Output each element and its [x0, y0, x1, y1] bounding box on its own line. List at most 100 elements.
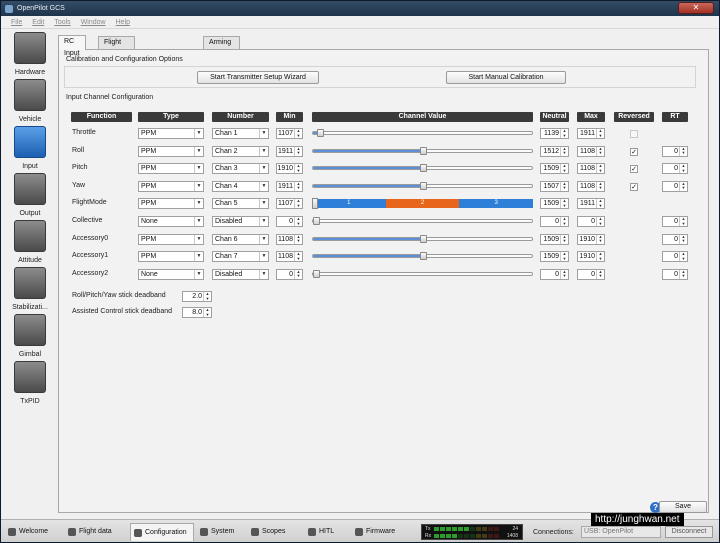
spin-arrows-icon[interactable]: ▲ ▼	[679, 251, 687, 262]
channel-type-select[interactable]: PPM ▼	[138, 251, 204, 263]
spin-arrows-icon[interactable]: ▲ ▼	[294, 251, 302, 262]
spin-arrows-icon[interactable]: ▲ ▼	[596, 199, 604, 209]
menu-item-file[interactable]: File	[1, 16, 22, 29]
channel-rt-spinbox[interactable]: 0 ▲ ▼	[662, 216, 688, 227]
spin-arrows-icon[interactable]: ▲ ▼	[679, 234, 687, 244]
channel-min-spinbox[interactable]: 1108 ▲ ▼	[276, 251, 303, 263]
tab-arming-settings[interactable]: Arming Settings	[203, 36, 241, 58]
channel-rt-spinbox[interactable]: 0 ▲ ▼	[662, 233, 688, 245]
spin-arrows-icon[interactable]: ▲ ▼	[596, 128, 604, 138]
channel-max-spinbox[interactable]: 0 ▲ ▼	[577, 268, 605, 280]
channel-min-spinbox[interactable]: 0 ▲ ▼	[276, 268, 303, 280]
channel-value-slider[interactable]	[312, 129, 533, 137]
channel-reversed-checkbox[interactable]	[630, 130, 638, 138]
slider-handle[interactable]	[316, 129, 324, 137]
channel-number-select[interactable]: Chan 3 ▼	[212, 163, 269, 175]
channel-value-slider[interactable]	[312, 234, 533, 243]
channel-min-spinbox[interactable]: 1107 ▲ ▼	[276, 198, 303, 210]
channel-max-spinbox[interactable]: 1911 ▲ ▼	[577, 128, 605, 139]
sidebar-item-gimbal[interactable]: Gimbal	[5, 314, 55, 360]
channel-rt-spinbox[interactable]: 0 ▲ ▼	[662, 180, 688, 192]
channel-number-select[interactable]: Disabled ▼	[212, 216, 269, 227]
spin-arrows-icon[interactable]: ▲ ▼	[560, 269, 568, 279]
save-button[interactable]: Save	[659, 501, 707, 513]
spin-arrows-icon[interactable]: ▲ ▼	[294, 269, 302, 279]
sidebar-item-input[interactable]: Input	[5, 126, 55, 172]
channel-type-select[interactable]: PPM ▼	[138, 233, 204, 245]
channel-neutral-spinbox[interactable]: 1507 ▲ ▼	[540, 180, 569, 192]
channel-number-select[interactable]: Chan 6 ▼	[212, 233, 269, 245]
spin-arrows-icon[interactable]: ▲ ▼	[596, 251, 604, 262]
channel-value-slider[interactable]	[312, 217, 533, 225]
channel-number-select[interactable]: Disabled ▼	[212, 268, 269, 280]
channel-number-select[interactable]: Chan 1 ▼	[212, 128, 269, 139]
channel-max-spinbox[interactable]: 1910 ▲ ▼	[577, 251, 605, 263]
menu-item-tools[interactable]: Tools	[44, 16, 70, 29]
spin-arrows-icon[interactable]: ▲ ▼	[596, 216, 604, 226]
spin-arrows-icon[interactable]: ▲ ▼	[294, 216, 302, 226]
spin-arrows-icon[interactable]: ▲ ▼	[560, 128, 568, 138]
channel-min-spinbox[interactable]: 1108 ▲ ▼	[276, 233, 303, 245]
channel-min-spinbox[interactable]: 1107 ▲ ▼	[276, 128, 303, 139]
spin-arrows-icon[interactable]: ▲ ▼	[560, 163, 568, 174]
spin-arrows-icon[interactable]: ▲ ▼	[596, 181, 604, 191]
channel-reversed-checkbox[interactable]: ✓	[630, 165, 638, 174]
channel-min-spinbox[interactable]: 1911 ▲ ▼	[276, 145, 303, 157]
channel-number-select[interactable]: Chan 4 ▼	[212, 180, 269, 192]
close-button[interactable]: ✕	[678, 2, 714, 14]
sidebar-item-vehicle[interactable]: Vehicle	[5, 79, 55, 125]
channel-min-spinbox[interactable]: 1910 ▲ ▼	[276, 163, 303, 175]
channel-rt-spinbox[interactable]: 0 ▲ ▼	[662, 145, 688, 157]
spin-arrows-icon[interactable]: ▲ ▼	[596, 146, 604, 156]
sidebar-item-txpid[interactable]: TxPID	[5, 361, 55, 407]
channel-reversed-checkbox[interactable]: ✓	[630, 182, 638, 191]
channel-value-slider[interactable]	[312, 146, 533, 155]
channel-max-spinbox[interactable]: 1108 ▲ ▼	[577, 145, 605, 157]
deadband-rpy-spinbox[interactable]: 2.0 ▲ ▼	[182, 291, 212, 302]
spin-arrows-icon[interactable]: ▲ ▼	[294, 199, 302, 209]
spin-arrows-icon[interactable]: ▲ ▼	[679, 146, 687, 156]
mode-tab-welcome[interactable]: Welcome	[5, 523, 61, 541]
spin-arrows-icon[interactable]: ▲ ▼	[294, 146, 302, 156]
spin-arrows-icon[interactable]: ▲ ▼	[679, 181, 687, 191]
channel-max-spinbox[interactable]: 1911 ▲ ▼	[577, 198, 605, 210]
spin-arrows-icon[interactable]: ▲ ▼	[596, 163, 604, 174]
spin-arrows-icon[interactable]: ▲ ▼	[560, 146, 568, 156]
channel-type-select[interactable]: PPM ▼	[138, 145, 204, 157]
slider-handle[interactable]	[419, 252, 427, 261]
channel-neutral-spinbox[interactable]: 1139 ▲ ▼	[540, 128, 569, 139]
start-manual-calibration-button[interactable]: Start Manual Calibration	[446, 71, 566, 84]
slider-handle[interactable]	[312, 198, 318, 210]
channel-neutral-spinbox[interactable]: 1512 ▲ ▼	[540, 145, 569, 157]
spin-arrows-icon[interactable]: ▲ ▼	[560, 181, 568, 191]
channel-type-select[interactable]: None ▼	[138, 216, 204, 227]
channel-max-spinbox[interactable]: 1910 ▲ ▼	[577, 233, 605, 245]
deadband-assisted-spinbox[interactable]: 8.0 ▲ ▼	[182, 307, 212, 318]
sidebar-item-stabilization[interactable]: Stabilizati...	[5, 267, 55, 313]
channel-max-spinbox[interactable]: 1108 ▲ ▼	[577, 163, 605, 175]
spin-arrows-icon[interactable]: ▲ ▼	[203, 291, 211, 301]
menu-item-edit[interactable]: Edit	[22, 16, 44, 29]
channel-neutral-spinbox[interactable]: 0 ▲ ▼	[540, 216, 569, 227]
spin-arrows-icon[interactable]: ▲ ▼	[560, 251, 568, 262]
spin-arrows-icon[interactable]: ▲ ▼	[560, 234, 568, 244]
channel-value-slider[interactable]	[312, 164, 533, 173]
spin-arrows-icon[interactable]: ▲ ▼	[560, 216, 568, 226]
channel-type-select[interactable]: None ▼	[138, 268, 204, 280]
sidebar-item-hardware[interactable]: Hardware	[5, 32, 55, 78]
channel-type-select[interactable]: PPM ▼	[138, 163, 204, 175]
channel-neutral-spinbox[interactable]: 1509 ▲ ▼	[540, 198, 569, 210]
slider-handle[interactable]	[419, 181, 427, 190]
menu-item-help[interactable]: Help	[106, 16, 130, 29]
channel-reversed-checkbox[interactable]: ✓	[630, 147, 638, 156]
spin-arrows-icon[interactable]: ▲ ▼	[203, 307, 211, 317]
channel-neutral-spinbox[interactable]: 1509 ▲ ▼	[540, 251, 569, 263]
slider-handle[interactable]	[419, 234, 427, 243]
spin-arrows-icon[interactable]: ▲ ▼	[596, 269, 604, 279]
channel-neutral-spinbox[interactable]: 1509 ▲ ▼	[540, 163, 569, 175]
connection-device-select[interactable]: USB: OpenPilot	[581, 526, 661, 538]
channel-number-select[interactable]: Chan 2 ▼	[212, 145, 269, 157]
channel-value-slider[interactable]	[312, 181, 533, 190]
mode-tab-system[interactable]: System	[197, 523, 243, 541]
sidebar-item-output[interactable]: Output	[5, 173, 55, 219]
